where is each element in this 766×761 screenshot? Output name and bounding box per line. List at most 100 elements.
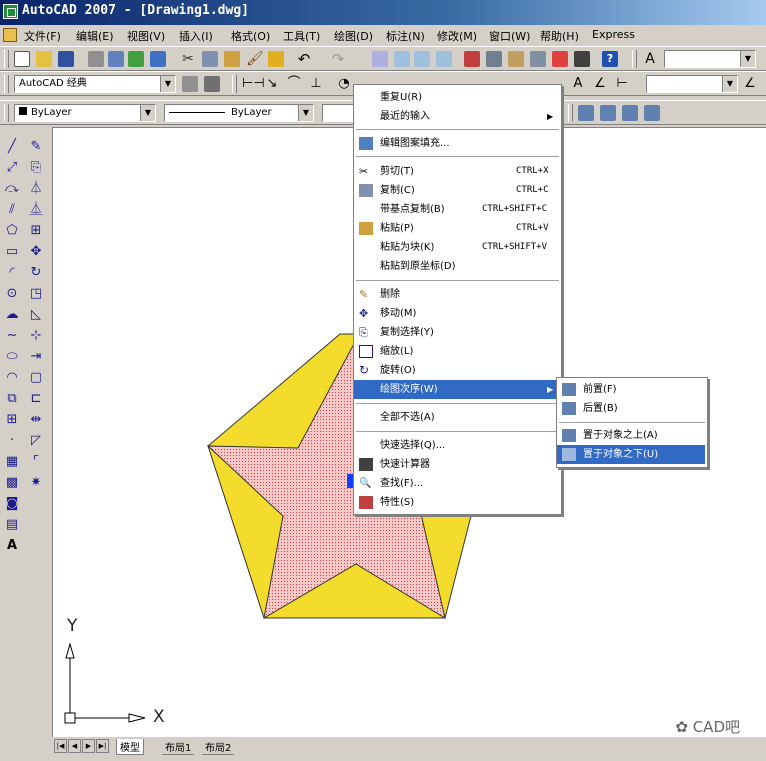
arc-icon[interactable]: ◜ <box>4 265 20 281</box>
chevron-down-icon[interactable]: ▼ <box>140 105 155 121</box>
print-preview-icon[interactable] <box>108 51 124 67</box>
text-style-combo[interactable]: ▼ <box>664 50 756 68</box>
menu-view[interactable]: 视图(V) <box>127 28 165 44</box>
draworder-under-icon[interactable] <box>644 105 660 121</box>
tab-layout1[interactable]: 布局1 <box>162 739 195 755</box>
first-tab-icon[interactable]: |◀ <box>54 739 67 753</box>
explode-icon[interactable]: ✷ <box>28 475 44 491</box>
help-icon[interactable]: ? <box>602 51 618 67</box>
workspace-settings-icon[interactable] <box>182 76 198 92</box>
ellipse-arc-icon[interactable]: ◠ <box>4 370 20 386</box>
menu-item-quick-select[interactable]: 快速选择(Q)... <box>354 436 561 455</box>
extend-icon[interactable]: ⇥ <box>28 349 44 365</box>
toolbar-grip[interactable] <box>4 75 9 93</box>
copy-icon[interactable] <box>202 51 218 67</box>
menu-modify[interactable]: 修改(M) <box>437 28 477 44</box>
last-tab-icon[interactable]: ▶| <box>96 739 109 753</box>
toolbar-grip[interactable] <box>568 104 573 122</box>
menu-item-copy-select[interactable]: ⎘ 复制选择(Y) <box>354 323 561 342</box>
new-icon[interactable] <box>14 51 30 67</box>
chevron-down-icon[interactable]: ▼ <box>740 51 755 67</box>
paste-icon[interactable] <box>224 51 240 67</box>
menu-item-deselect-all[interactable]: 全部不选(A) <box>354 408 561 427</box>
publish-icon[interactable] <box>128 51 144 67</box>
table-icon[interactable]: ▤ <box>4 517 20 533</box>
undo-icon[interactable]: ↶ <box>296 51 312 67</box>
menu-dimension[interactable]: 标注(N) <box>386 28 425 44</box>
menu-item-properties[interactable]: 特性(S) <box>354 493 561 512</box>
zoom-window-icon[interactable] <box>414 51 430 67</box>
chamfer-icon[interactable]: ◸ <box>28 433 44 449</box>
point-icon[interactable]: · <box>4 433 20 449</box>
color-select[interactable]: ByLayer ▼ <box>14 104 156 122</box>
polygon-icon[interactable]: ⬠ <box>4 223 20 239</box>
circle-icon[interactable]: ⊙ <box>4 286 20 302</box>
prev-tab-icon[interactable]: ◀ <box>68 739 81 753</box>
stretch-icon[interactable]: ◺ <box>28 307 44 323</box>
aligned-dimension-icon[interactable]: ↘ <box>264 76 280 92</box>
menu-item-paste-block[interactable]: 粘贴为块(K) CTRL+SHIFT+V <box>354 238 561 257</box>
trim-icon[interactable]: ⊹ <box>28 328 44 344</box>
menu-item-recent-input[interactable]: 最近的输入 ▶ <box>354 107 561 126</box>
menu-item-quickcalc[interactable]: 快速计算器 <box>354 455 561 474</box>
arc-length-icon[interactable]: ⌒ <box>286 76 302 92</box>
dimension-style-combo[interactable]: ▼ <box>646 75 738 93</box>
sheet-set-icon[interactable] <box>530 51 546 67</box>
draworder-back-icon[interactable] <box>600 105 616 121</box>
workspace-save-icon[interactable] <box>204 76 220 92</box>
insert-block-icon[interactable]: ⧉ <box>4 391 20 407</box>
spline-icon[interactable]: ∼ <box>4 328 20 344</box>
toolbar-grip[interactable] <box>4 50 9 68</box>
block-editor-icon[interactable] <box>268 51 284 67</box>
break-icon[interactable]: ⊏ <box>28 391 44 407</box>
radius-icon[interactable]: ◔ <box>336 76 352 92</box>
properties-icon[interactable] <box>464 51 480 67</box>
toolbar-grip[interactable] <box>232 75 237 93</box>
erase-icon[interactable]: ✎ <box>28 139 44 155</box>
menu-window[interactable]: 窗口(W) <box>489 28 530 44</box>
workspace-select[interactable]: AutoCAD 经典 ▼ <box>14 75 176 93</box>
ellipse-icon[interactable]: ⬭ <box>4 349 20 365</box>
offset-icon[interactable]: ⏅ <box>28 202 44 218</box>
menu-item-edit-hatch[interactable]: 编辑图案填充... <box>354 134 561 153</box>
linetype-select[interactable]: ByLayer ▼ <box>164 104 314 122</box>
save-icon[interactable] <box>58 51 74 67</box>
menu-item-paste[interactable]: 粘贴(P) CTRL+V <box>354 219 561 238</box>
gradient-icon[interactable]: ▩ <box>4 475 20 491</box>
linear-dimension-icon[interactable]: ⊢⊣ <box>242 76 265 92</box>
menu-item-erase[interactable]: ✎ 删除 <box>354 285 561 304</box>
menu-insert[interactable]: 插入(I) <box>179 28 213 44</box>
break-at-point-icon[interactable]: ▢ <box>28 370 44 386</box>
menu-format[interactable]: 格式(O) <box>231 28 270 44</box>
submenu-item-send-back[interactable]: 后置(B) <box>557 399 707 418</box>
chevron-down-icon[interactable]: ▼ <box>722 76 737 92</box>
make-block-icon[interactable]: ⊞ <box>4 412 20 428</box>
menu-item-draworder[interactable]: 绘图次序(W) ▶ <box>354 380 561 399</box>
chevron-down-icon[interactable]: ▼ <box>298 105 313 121</box>
open-icon[interactable] <box>36 51 52 67</box>
revcloud-icon[interactable]: ☁ <box>4 307 20 323</box>
menu-item-repeat[interactable]: 重复U(R) <box>354 88 561 107</box>
3d-dwf-icon[interactable] <box>150 51 166 67</box>
menu-edit[interactable]: 编辑(E) <box>76 28 114 44</box>
menu-draw[interactable]: 绘图(D) <box>334 28 373 44</box>
toolbar-grip[interactable] <box>4 104 9 122</box>
chevron-down-icon[interactable]: ▼ <box>160 76 175 92</box>
markup-icon[interactable] <box>552 51 568 67</box>
dimension-update-icon[interactable]: ⊢ <box>614 76 630 92</box>
toolbar-grip[interactable] <box>632 50 637 68</box>
menu-tools[interactable]: 工具(T) <box>283 28 320 44</box>
scale-icon[interactable]: ◳ <box>28 286 44 302</box>
dimension-style-icon[interactable]: ∠ <box>742 76 758 92</box>
menu-item-move[interactable]: ✥ 移动(M) <box>354 304 561 323</box>
pan-icon[interactable] <box>372 51 388 67</box>
move-icon[interactable]: ✥ <box>28 244 44 260</box>
region-icon[interactable]: ◙ <box>4 496 20 512</box>
tool-palettes-icon[interactable] <box>508 51 524 67</box>
join-icon[interactable]: ⇹ <box>28 412 44 428</box>
menu-item-copy-base[interactable]: 带基点复制(B) CTRL+SHIFT+C <box>354 200 561 219</box>
submenu-item-send-under[interactable]: 置于对象之下(U) <box>557 445 705 464</box>
hatch-icon[interactable]: ▦ <box>4 454 20 470</box>
tab-layout2[interactable]: 布局2 <box>202 739 235 755</box>
tab-model[interactable]: 模型 <box>116 739 144 755</box>
